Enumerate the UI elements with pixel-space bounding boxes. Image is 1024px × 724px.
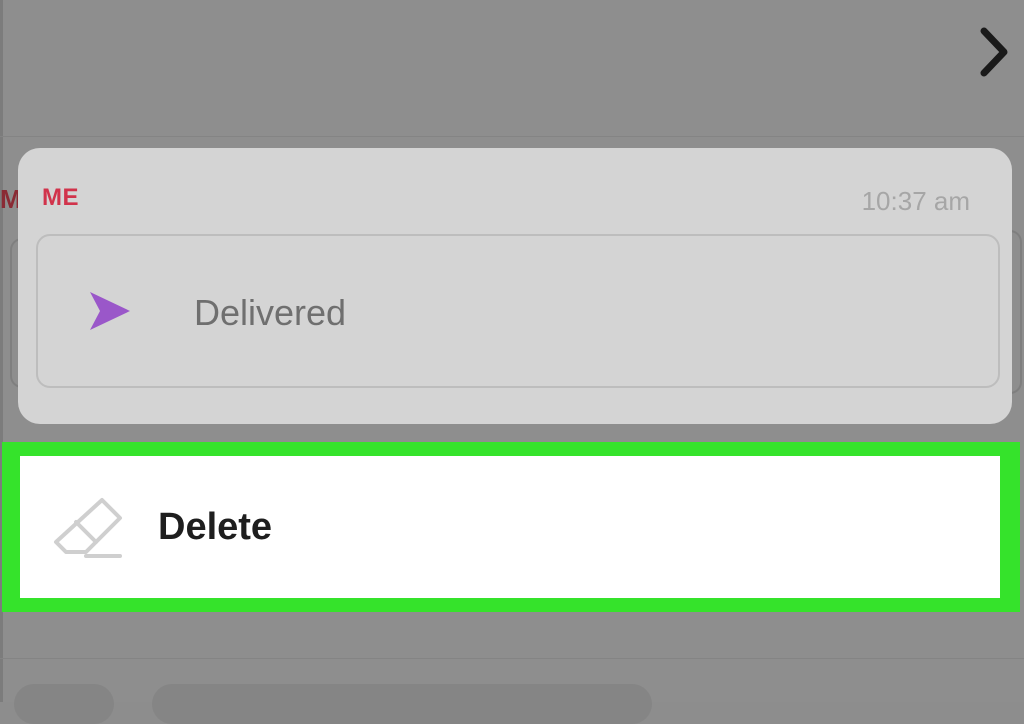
delete-button[interactable]: Delete — [20, 456, 1000, 598]
background-camera-button — [14, 684, 114, 724]
message-timestamp: 10:37 am — [861, 186, 970, 216]
sent-arrow-icon — [86, 290, 134, 332]
message-status-label: Delivered — [194, 292, 347, 333]
delete-label: Delete — [158, 506, 273, 548]
message-sender: ME — [42, 184, 79, 211]
eraser-icon — [50, 494, 126, 562]
message-status-box: Delivered — [36, 234, 1000, 388]
selected-message-card: ME 10:37 am Delivered — [18, 148, 1012, 424]
chevron-right-icon[interactable] — [974, 24, 1014, 80]
header-divider — [0, 136, 1024, 137]
footer-divider — [0, 658, 1024, 659]
background-chat-input — [152, 684, 652, 724]
